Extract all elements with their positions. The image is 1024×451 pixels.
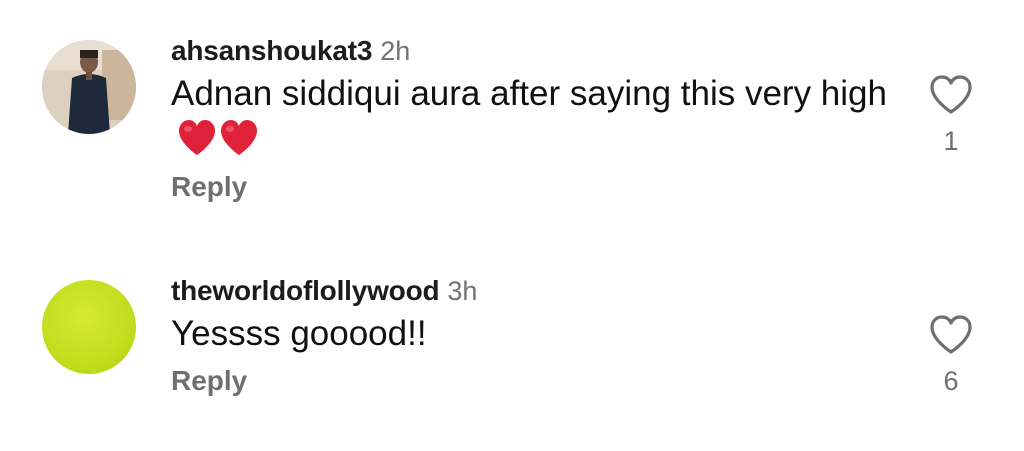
comment-header: theworldoflollywood 3h (171, 273, 891, 309)
comment-body: ahsanshoukat3 2h Adnan siddiqui aura afte… (171, 33, 891, 203)
username[interactable]: theworldoflollywood (171, 275, 440, 306)
username[interactable]: ahsanshoukat3 (171, 35, 372, 66)
reply-button[interactable]: Reply (171, 365, 247, 397)
comment-text: Adnan siddiqui aura after saying this ve… (171, 71, 891, 163)
avatar-photo-image (42, 40, 136, 134)
comment-body: theworldoflollywood 3h Yessss gooood!! Re… (171, 273, 891, 397)
avatar[interactable] (42, 40, 136, 134)
comment-header: ahsanshoukat3 2h (171, 33, 891, 69)
red-heart-emoji (219, 119, 259, 157)
comment-text-content: Yessss gooood!! (171, 314, 427, 353)
like-area: 1 (928, 74, 974, 157)
like-count: 1 (943, 126, 959, 156)
like-count: 6 (943, 366, 959, 396)
reply-button[interactable]: Reply (171, 171, 247, 203)
heart-outline-icon[interactable] (928, 314, 974, 356)
comment-item: ahsanshoukat3 2h Adnan siddiqui aura afte… (0, 0, 1024, 240)
comment-text: Yessss gooood!! (171, 311, 891, 357)
comment-item: theworldoflollywood 3h Yessss gooood!! Re… (0, 250, 1024, 450)
avatar[interactable] (42, 280, 136, 374)
timestamp: 3h (447, 276, 478, 306)
like-area: 6 (928, 314, 974, 397)
comment-text-content: Adnan siddiqui aura after saying this ve… (171, 74, 887, 113)
timestamp: 2h (380, 36, 411, 66)
red-heart-emoji (177, 119, 217, 157)
heart-outline-icon[interactable] (928, 74, 974, 116)
